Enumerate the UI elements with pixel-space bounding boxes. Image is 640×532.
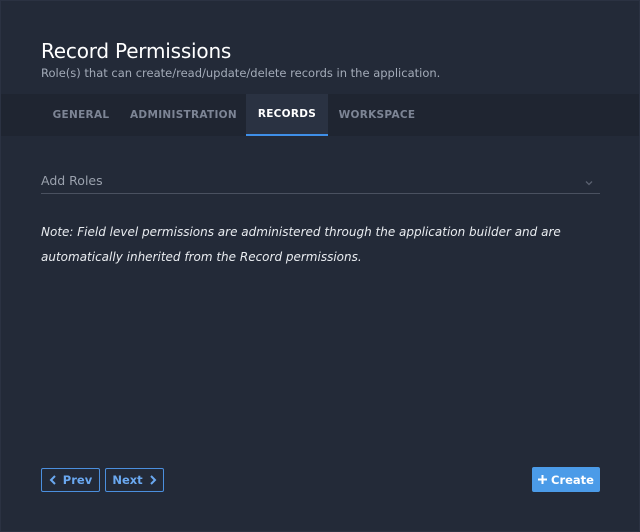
next-label: Next — [112, 473, 143, 487]
permissions-note: Note: Field level permissions are admini… — [41, 225, 561, 264]
add-roles-placeholder: Add Roles — [41, 173, 103, 188]
tab-administration[interactable]: ADMINISTRATION — [125, 94, 242, 136]
record-permissions-dialog: Record Permissions Role(s) that can crea… — [0, 0, 640, 532]
chevron-left-icon — [49, 475, 57, 485]
tab-general[interactable]: GENERAL — [41, 94, 121, 136]
next-button[interactable]: Next — [105, 468, 164, 492]
dialog-title: Record Permissions — [41, 39, 232, 63]
tab-records[interactable]: RECORDS — [246, 94, 328, 136]
dialog-subtitle: Role(s) that can create/read/update/dele… — [41, 66, 441, 80]
add-roles-select[interactable]: Add Roles — [41, 167, 600, 194]
tab-bar: GENERAL ADMINISTRATION RECORDS WORKSPACE — [1, 94, 639, 136]
plus-icon — [538, 475, 548, 484]
create-label: Create — [551, 472, 594, 487]
prev-label: Prev — [62, 473, 93, 487]
chevron-right-icon — [149, 475, 157, 485]
create-button[interactable]: Create — [532, 467, 600, 492]
dialog-header: Record Permissions Role(s) that can crea… — [41, 39, 440, 80]
tab-workspace[interactable]: WORKSPACE — [332, 94, 422, 136]
prev-button[interactable]: Prev — [41, 468, 100, 492]
chevron-down-icon — [584, 173, 594, 186]
